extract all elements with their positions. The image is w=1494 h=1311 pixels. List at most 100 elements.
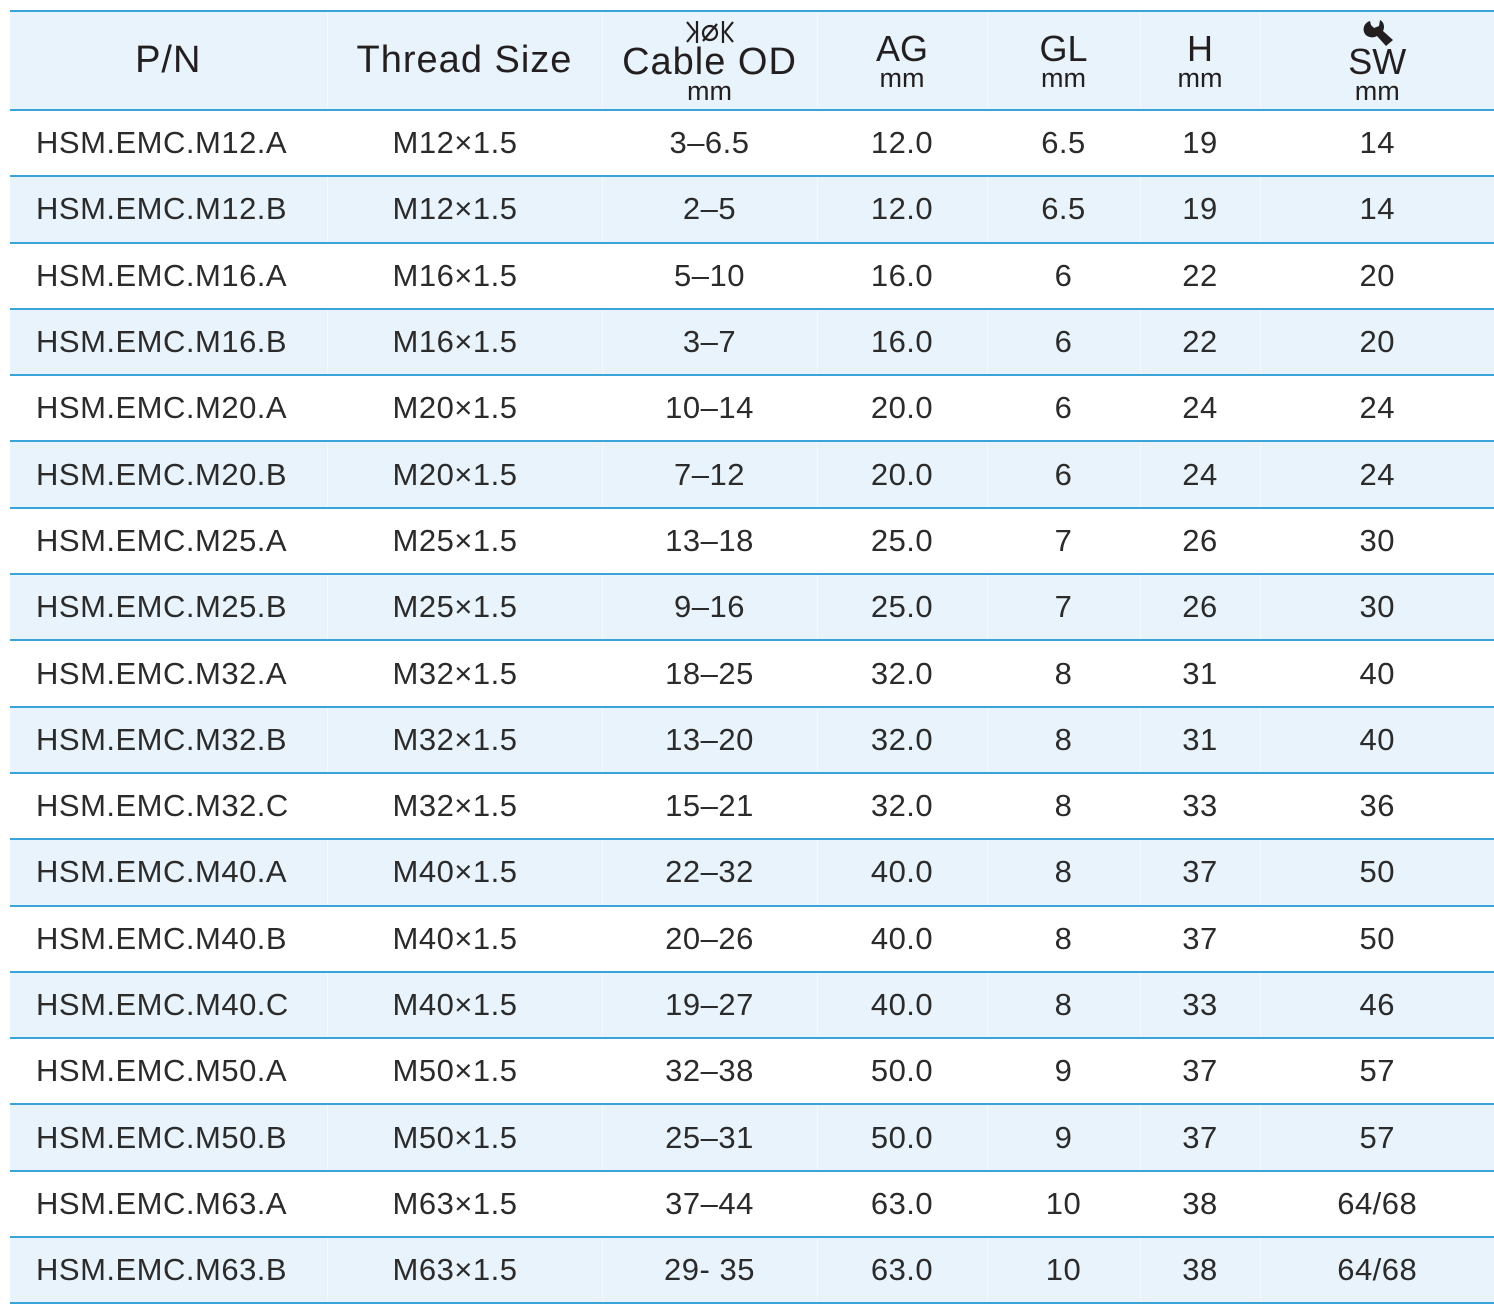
cell-part-number: HSM.EMC.M32.B — [36, 721, 288, 757]
cell-ag: 50.0 — [816, 1104, 987, 1171]
table-row: HSM.EMC.M40.A M40×1.5 22–32 40.0 8 37 50 — [10, 839, 1494, 906]
cell-sw: 20 — [1259, 242, 1494, 309]
table-row: HSM.EMC.M25.A M25×1.5 13–18 25.0 7 26 30 — [10, 507, 1494, 575]
cell-cable-od: 37–44 — [601, 1170, 817, 1238]
table-row: HSM.EMC.M16.B M16×1.5 3–7 16.0 6 22 20 — [10, 308, 1494, 376]
cell-gl: 8 — [986, 772, 1140, 840]
cell-h: 19 — [1139, 110, 1260, 177]
header-h-unit: mm — [1177, 62, 1223, 93]
cell-gl: 7 — [986, 574, 1140, 641]
cell-sw: 14 — [1259, 110, 1494, 177]
cell-gl: 6 — [986, 375, 1140, 442]
cell-thread-size: M16×1.5 — [326, 308, 602, 376]
cell-cable-od: 29- 35 — [601, 1237, 817, 1304]
header-ag: AG mm — [816, 11, 987, 110]
cell-h: 33 — [1139, 971, 1260, 1039]
table-row: HSM.EMC.M20.A M20×1.5 10–14 20.0 6 24 24 — [10, 375, 1494, 442]
cell-sw: 57 — [1259, 1104, 1494, 1171]
header-cable-od-unit: mm — [687, 75, 732, 106]
cell-h: 37 — [1139, 1104, 1260, 1171]
cell-h: 24 — [1139, 375, 1260, 442]
cell-part-number: HSM.EMC.M40.C — [36, 987, 289, 1022]
cell-sw: 30 — [1259, 574, 1494, 641]
cell-h: 37 — [1139, 839, 1260, 906]
header-ag-label: AG — [875, 27, 928, 69]
header-ag-unit: mm — [879, 62, 925, 93]
cell-h: 22 — [1139, 242, 1260, 309]
cell-h: 38 — [1139, 1237, 1260, 1304]
cell-cable-od: 20–26 — [601, 905, 817, 972]
header-sw: SW mm — [1259, 11, 1494, 110]
cell-gl: 6 — [986, 242, 1140, 309]
cell-sw: 20 — [1259, 308, 1494, 376]
header-h-label: H — [1187, 27, 1213, 69]
table-row: HSM.EMC.M16.A M16×1.5 5–10 16.0 6 22 20 — [10, 242, 1494, 309]
cell-thread-size: M63×1.5 — [326, 1237, 602, 1304]
cell-h: 26 — [1139, 507, 1260, 575]
cell-thread-size: M16×1.5 — [326, 242, 602, 309]
table-row: HSM.EMC.M63.B M63×1.5 29- 35 63.0 10 38 64/68 — [10, 1237, 1494, 1304]
cell-ag: 40.0 — [816, 839, 987, 906]
header-sw-label: SW — [1348, 40, 1407, 82]
table-body: HSM.EMC.M12.A M12×1.5 3–6.5 12.0 6.5 19 14 HSM.… — [10, 110, 1494, 1304]
cell-thread-size: M40×1.5 — [326, 971, 602, 1039]
cell-sw: 40 — [1259, 640, 1494, 707]
cell-gl: 8 — [986, 640, 1140, 707]
cell-ag: 25.0 — [816, 507, 987, 575]
table-row: HSM.EMC.M40.C M40×1.5 19–27 40.0 8 33 46 — [10, 971, 1494, 1039]
table-header: P/N Thread Size Cable OD mm AG mm GL mm … — [10, 11, 1494, 110]
table-row: HSM.EMC.M20.B M20×1.5 7–12 20.0 6 24 24 — [10, 441, 1494, 508]
cell-h: 22 — [1139, 308, 1260, 376]
cell-gl: 6.5 — [986, 176, 1140, 243]
cell-sw: 30 — [1259, 507, 1494, 575]
cell-thread-size: M40×1.5 — [326, 905, 602, 972]
cell-thread-size: M40×1.5 — [326, 839, 602, 906]
cell-ag: 40.0 — [816, 905, 987, 972]
header-pn: P/N — [10, 11, 327, 110]
header-row: P/N Thread Size Cable OD mm AG mm GL mm … — [10, 11, 1494, 110]
cell-part-number: HSM.EMC.M25.B — [36, 589, 288, 625]
header-pn-label: P/N — [135, 39, 202, 81]
table-row: HSM.EMC.M32.C M32×1.5 15–21 32.0 8 33 36 — [10, 772, 1494, 840]
cell-part-number: HSM.EMC.M25.A — [36, 522, 288, 558]
cell-part-number: HSM.EMC.M16.A — [36, 257, 288, 293]
cell-ag: 12.0 — [816, 110, 987, 177]
cell-thread-size: M12×1.5 — [326, 110, 602, 177]
cell-sw: 64/68 — [1259, 1170, 1494, 1238]
cell-h: 31 — [1139, 640, 1260, 707]
cell-ag: 25.0 — [816, 574, 987, 641]
cell-sw: 50 — [1259, 905, 1494, 972]
cell-ag: 12.0 — [816, 176, 987, 243]
cell-ag: 50.0 — [816, 1038, 987, 1105]
cell-cable-od: 32–38 — [601, 1038, 817, 1105]
cell-thread-size: M25×1.5 — [326, 574, 602, 641]
table-row: HSM.EMC.M40.B M40×1.5 20–26 40.0 8 37 50 — [10, 905, 1494, 972]
spec-table-container: P/N Thread Size Cable OD mm AG mm GL mm … — [10, 10, 1494, 1304]
cell-h: 19 — [1139, 176, 1260, 243]
header-sw-unit: mm — [1354, 75, 1400, 106]
cell-sw: 46 — [1259, 971, 1494, 1039]
cell-part-number: HSM.EMC.M20.A — [36, 390, 288, 426]
cell-part-number: HSM.EMC.M12.A — [36, 125, 288, 161]
cell-thread-size: M12×1.5 — [326, 176, 602, 243]
cell-thread-size: M50×1.5 — [326, 1104, 602, 1171]
cell-part-number: HSM.EMC.M32.C — [36, 788, 289, 824]
header-h: H mm — [1139, 11, 1260, 110]
cell-gl: 8 — [986, 905, 1140, 972]
table-row: HSM.EMC.M50.A M50×1.5 32–38 50.0 9 37 57 — [10, 1038, 1494, 1105]
cell-cable-od: 19–27 — [601, 971, 817, 1039]
cell-gl: 10 — [986, 1170, 1140, 1238]
cell-sw: 40 — [1259, 706, 1494, 773]
cell-sw: 14 — [1259, 176, 1494, 243]
cell-thread-size: M32×1.5 — [326, 772, 602, 840]
cell-gl: 10 — [986, 1237, 1140, 1304]
header-gl-label: GL — [1039, 27, 1088, 69]
table-row: HSM.EMC.M63.A M63×1.5 37–44 63.0 10 38 64/68 — [10, 1170, 1494, 1238]
cell-thread-size: M32×1.5 — [326, 706, 602, 773]
header-gl: GL mm — [986, 11, 1140, 110]
cell-part-number: HSM.EMC.M12.B — [36, 191, 288, 227]
cell-gl: 6 — [986, 441, 1140, 508]
cell-ag: 32.0 — [816, 706, 987, 773]
cell-part-number: HSM.EMC.M32.A — [36, 655, 288, 691]
cell-sw: 24 — [1259, 441, 1494, 508]
